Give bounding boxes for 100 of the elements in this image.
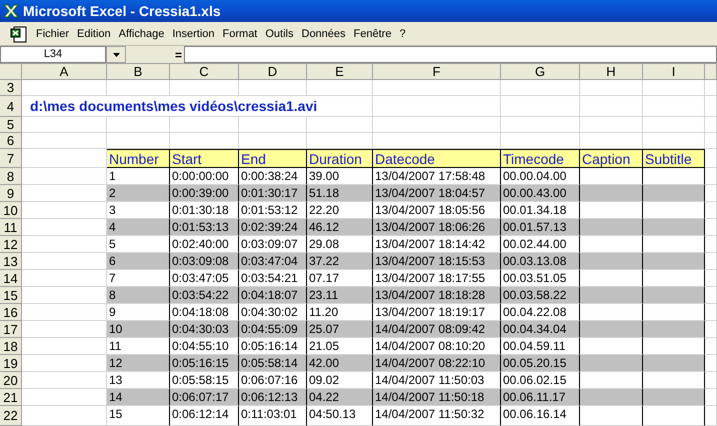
row-header[interactable]: 14 — [0, 270, 22, 287]
table-cell — [643, 185, 705, 202]
table-cell: 0:01:30:17 — [239, 185, 307, 202]
grid-cell — [239, 80, 307, 96]
column-header[interactable] — [705, 64, 717, 80]
grid-cell — [705, 253, 717, 270]
row-header[interactable]: 18 — [0, 338, 22, 355]
table-cell — [643, 253, 705, 270]
table-cell: 23.11 — [307, 287, 373, 304]
grid-cell — [107, 117, 170, 133]
menu-item[interactable]: Insertion — [168, 26, 219, 42]
table-cell: 46.12 — [307, 219, 373, 236]
grid-cell — [643, 117, 705, 133]
table-cell — [580, 389, 643, 406]
menu-item[interactable]: Outils — [261, 26, 298, 42]
table-cell: 0:05:16:15 — [170, 355, 239, 372]
column-heading: Duration — [307, 149, 373, 168]
grid-cell — [170, 117, 239, 133]
column-header[interactable]: G — [501, 64, 580, 80]
table-cell: 12 — [107, 355, 170, 372]
row-header[interactable]: 12 — [0, 236, 22, 253]
table-cell: 13/04/2007 18:04:57 — [373, 185, 501, 202]
row-header[interactable]: 16 — [0, 304, 22, 321]
select-all-button[interactable] — [0, 64, 22, 80]
table-cell — [580, 253, 643, 270]
table-cell: 0:06:07:17 — [170, 389, 239, 406]
menu-item[interactable]: Edition — [73, 26, 115, 42]
table-cell: 14/04/2007 08:22:10 — [373, 355, 501, 372]
formula-field[interactable] — [184, 46, 717, 63]
row-header[interactable]: 13 — [0, 253, 22, 270]
table-cell: 00.03.13.08 — [501, 253, 580, 270]
menu-item[interactable]: Fichier — [32, 26, 74, 42]
row-header[interactable]: 9 — [0, 185, 22, 202]
table-cell: 0:06:12:14 — [170, 406, 239, 426]
grid-cell — [705, 304, 717, 321]
column-heading: End — [239, 149, 307, 168]
table-cell — [643, 321, 705, 338]
table-cell: 14/04/2007 08:09:42 — [373, 321, 501, 338]
table-cell: 04.22 — [307, 389, 373, 406]
table-cell: 0:05:58:14 — [239, 355, 307, 372]
table-cell: 13/04/2007 18:18:28 — [373, 287, 501, 304]
row-header[interactable]: 3 — [0, 80, 22, 96]
column-heading: Subtitle — [643, 149, 705, 168]
column-heading: Number — [107, 149, 170, 168]
row-header[interactable]: 21 — [0, 389, 22, 406]
table-cell: 10 — [107, 321, 170, 338]
menu-item[interactable]: Affichage — [114, 26, 168, 42]
row-header[interactable]: 22 — [0, 406, 22, 426]
menu-item[interactable]: Format — [218, 26, 262, 42]
row-header[interactable]: 20 — [0, 372, 22, 389]
table-cell: 25.07 — [307, 321, 373, 338]
column-header[interactable]: I — [643, 64, 705, 80]
table-cell — [643, 287, 705, 304]
table-cell: 15 — [107, 406, 170, 426]
row-header[interactable]: 6 — [0, 133, 22, 149]
column-header[interactable]: H — [580, 64, 643, 80]
column-header[interactable]: A — [22, 64, 107, 80]
table-cell: 8 — [107, 287, 170, 304]
grid-cell — [307, 80, 373, 96]
grid-cell — [705, 219, 717, 236]
table-cell: 42.00 — [307, 355, 373, 372]
row-header[interactable]: 10 — [0, 202, 22, 219]
row-header[interactable]: 11 — [0, 219, 22, 236]
row-header[interactable]: 4 — [0, 96, 22, 117]
grid-cell — [705, 80, 717, 96]
table-cell — [643, 355, 705, 372]
menu-item[interactable]: Fenêtre — [350, 26, 396, 42]
name-box[interactable]: L34 — [0, 46, 106, 63]
equals-sign[interactable]: = — [174, 48, 182, 62]
excel-logo-icon — [3, 4, 19, 18]
grid-cell — [705, 355, 717, 372]
row-header[interactable]: 15 — [0, 287, 22, 304]
table-cell: 0:11:03:01 — [239, 406, 307, 426]
column-heading: Datecode — [373, 149, 501, 168]
column-heading: Timecode — [501, 149, 580, 168]
row-header[interactable]: 17 — [0, 321, 22, 338]
table-cell — [580, 406, 643, 426]
column-header[interactable]: D — [239, 64, 307, 80]
row-header[interactable]: 7 — [0, 149, 22, 168]
row-header[interactable]: 5 — [0, 117, 22, 133]
row-header[interactable]: 19 — [0, 355, 22, 372]
column-header[interactable]: B — [107, 64, 170, 80]
table-cell — [580, 219, 643, 236]
menu-item[interactable]: ? — [395, 26, 410, 42]
menu-item[interactable]: Données — [298, 26, 350, 42]
grid-cell — [705, 270, 717, 287]
workbook-icon[interactable] — [10, 24, 28, 42]
row-header[interactable]: 8 — [0, 168, 22, 185]
table-cell: 51.18 — [307, 185, 373, 202]
table-cell — [580, 321, 643, 338]
grid-cell — [239, 117, 307, 133]
dropdown-button[interactable] — [106, 46, 126, 63]
file-path: d:\mes documents\mes vidéos\cressia1.avi — [22, 96, 373, 117]
table-cell: 6 — [107, 253, 170, 270]
column-header[interactable]: F — [373, 64, 501, 80]
grid-cell — [580, 117, 643, 133]
grid-cell — [580, 80, 643, 96]
column-header[interactable]: E — [307, 64, 373, 80]
column-header[interactable]: C — [170, 64, 239, 80]
table-cell: 00.04.34.04 — [501, 321, 580, 338]
